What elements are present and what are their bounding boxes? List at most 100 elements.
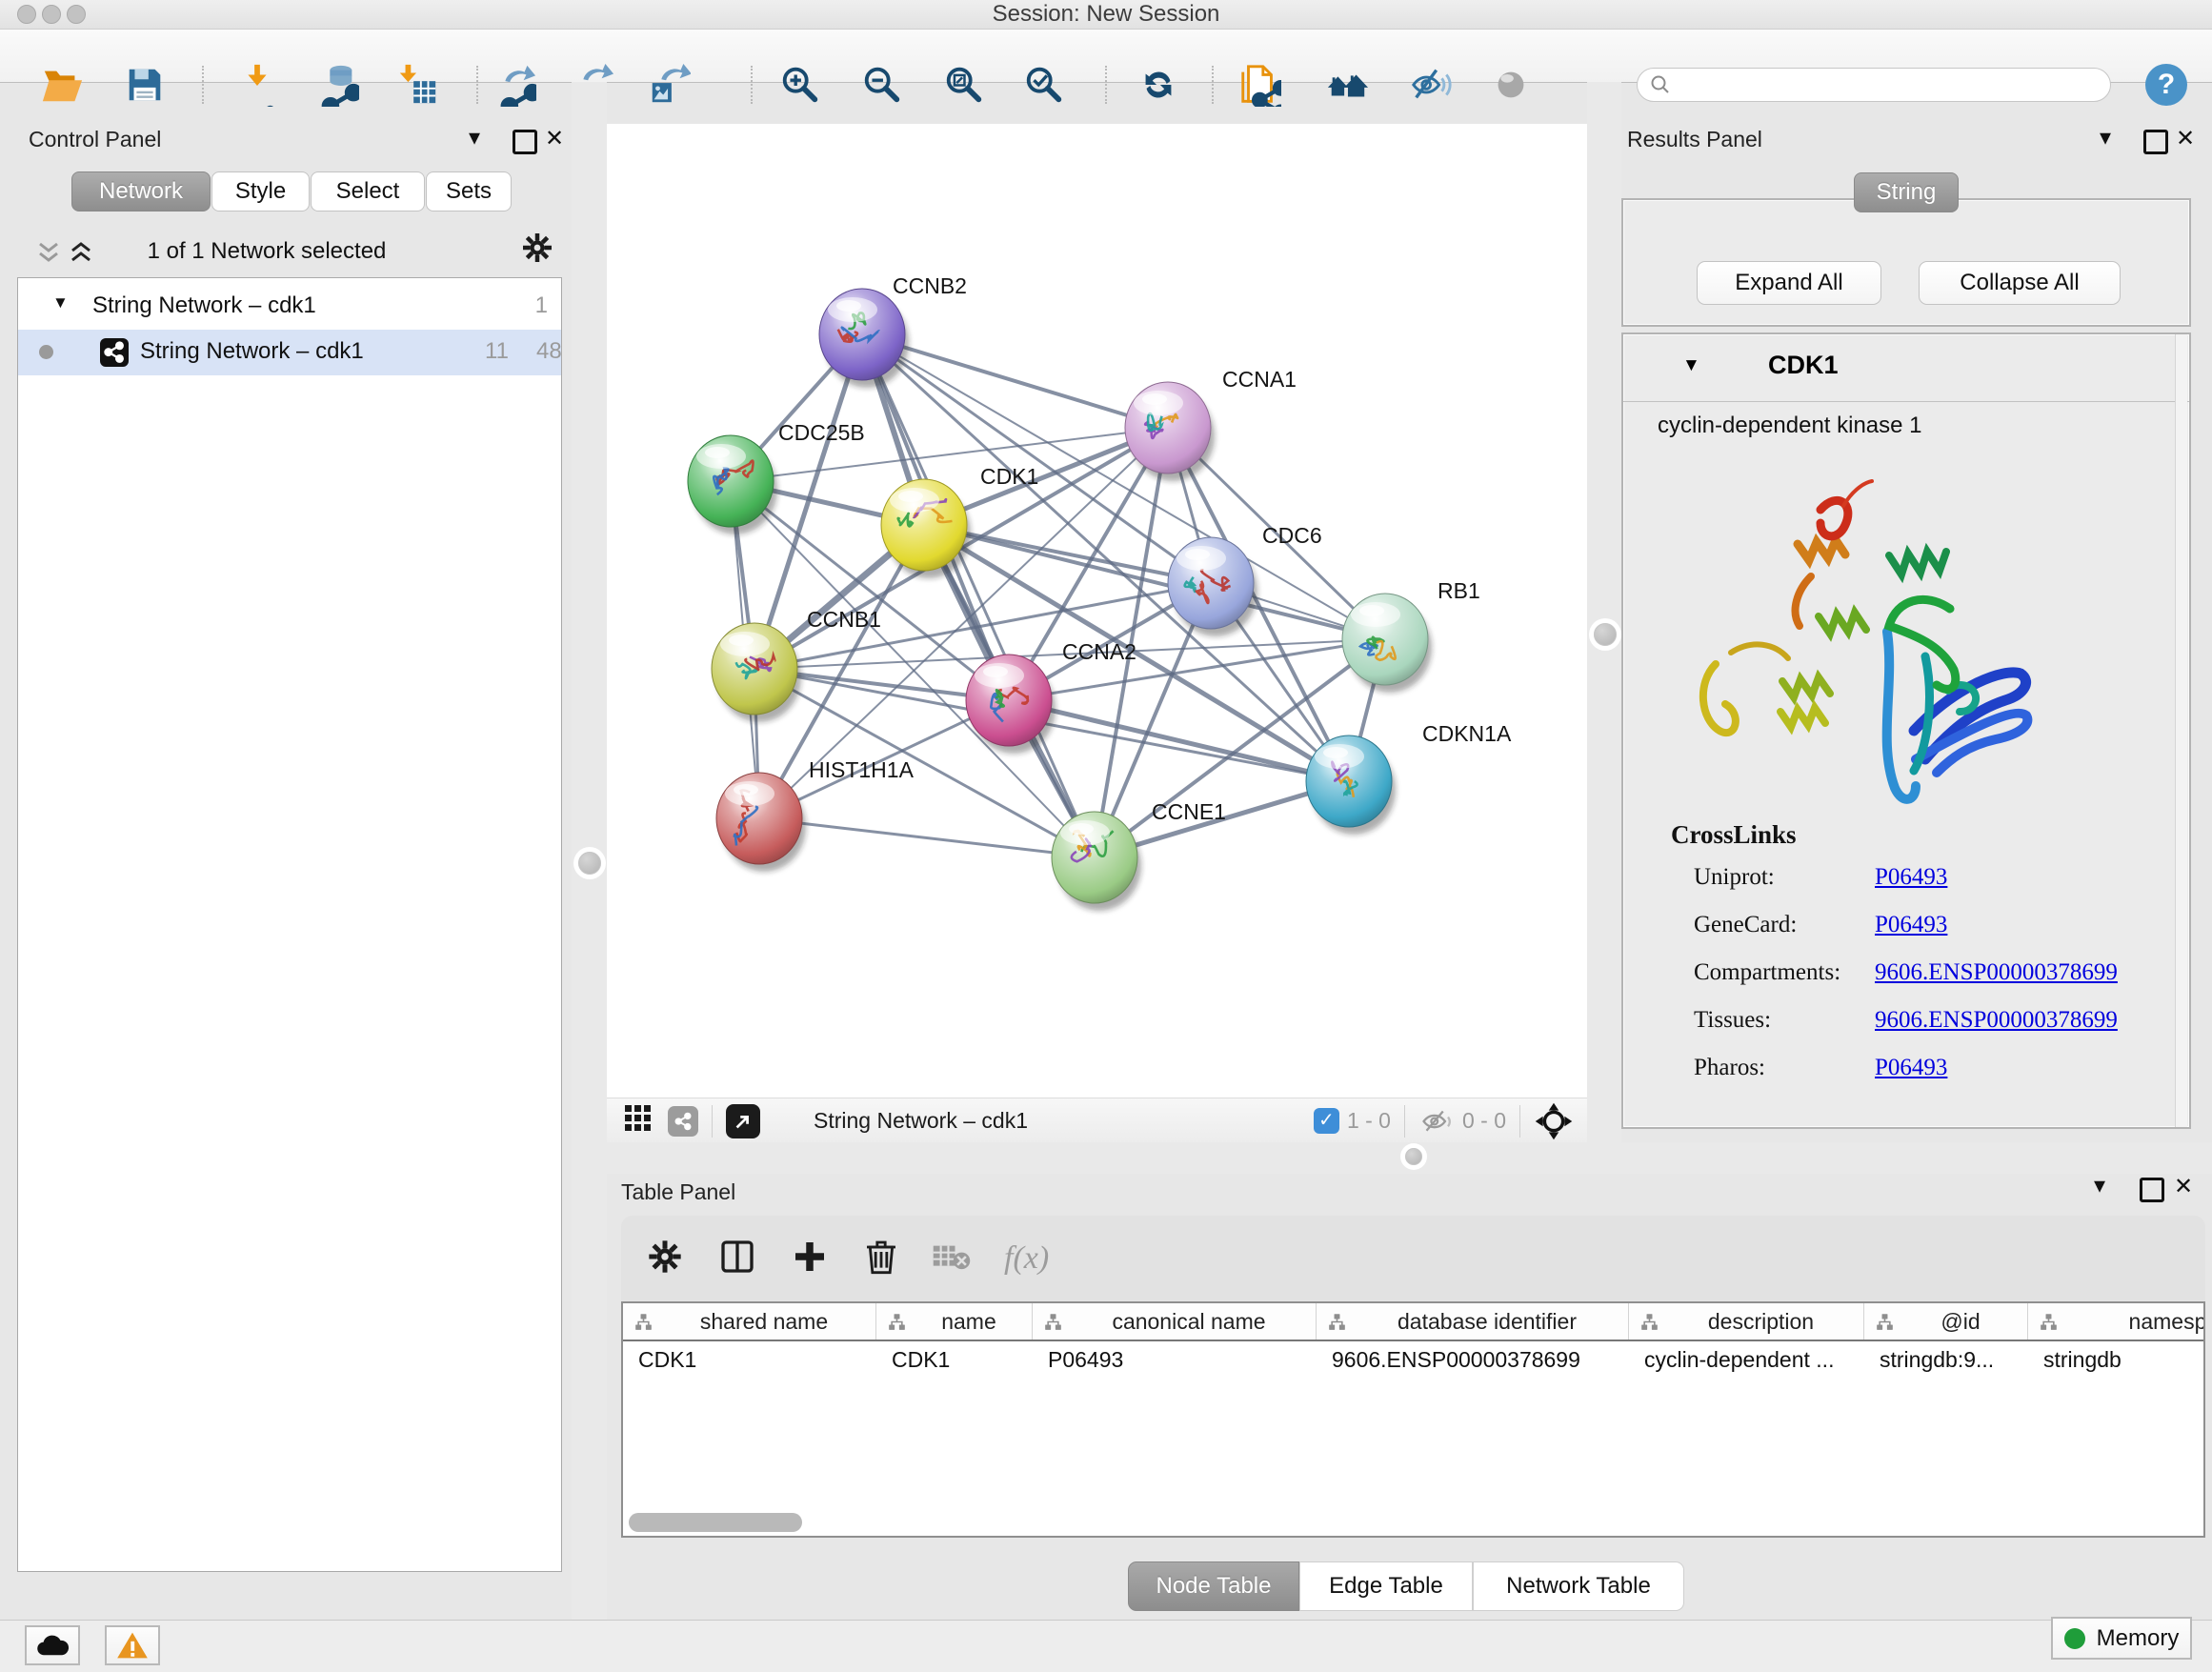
horizontal-splitter-handle[interactable] [1405, 1148, 1422, 1165]
table-cell[interactable]: cyclin-dependent ... [1629, 1347, 1864, 1373]
selected-nodes-checkbox[interactable]: ✓ [1314, 1108, 1339, 1134]
import-network-file-button[interactable] [234, 62, 280, 108]
table-panel-float-button[interactable] [2140, 1178, 2164, 1202]
left-splitter[interactable] [572, 82, 607, 1620]
column-header-canonical-name[interactable]: canonical name [1033, 1303, 1317, 1340]
column-header-name[interactable]: name [876, 1303, 1033, 1340]
show-graphics-button[interactable] [1488, 62, 1534, 108]
table-panel-collapse-button[interactable]: ▾ [2094, 1172, 2105, 1199]
network-row-selected[interactable]: String Network – cdk1 11 48 [18, 330, 561, 375]
refresh-button[interactable] [1136, 62, 1181, 108]
graph-node-CCNE1[interactable] [1052, 812, 1141, 911]
table-row[interactable]: CDK1CDK1P064939606.ENSP00000378699cyclin… [623, 1341, 2203, 1378]
string-network-graph[interactable]: CCNB2CCNA1CDC25BCDK1CDC6RB1CCNB1CCNA2CDK… [607, 124, 1587, 1098]
table-options-button[interactable] [646, 1238, 684, 1280]
horizontal-splitter[interactable] [607, 1142, 2212, 1174]
results-scrollbar[interactable] [2175, 334, 2187, 1127]
cloud-status-button[interactable] [25, 1625, 80, 1665]
memory-button[interactable]: Memory [2051, 1617, 2192, 1660]
crosslink-value-link[interactable]: P06493 [1875, 1055, 1947, 1081]
window-title: Session: New Session [0, 0, 2212, 29]
crosslink-value-link[interactable]: P06493 [1875, 864, 1947, 891]
table-cell[interactable]: CDK1 [876, 1347, 1033, 1373]
table-cell[interactable]: stringdb:9... [1864, 1347, 2028, 1373]
home-view-button[interactable] [1324, 62, 1370, 108]
table-cell[interactable]: P06493 [1033, 1347, 1317, 1373]
results-panel-collapse-button[interactable]: ▾ [2100, 124, 2111, 151]
save-session-button[interactable] [122, 62, 168, 108]
right-splitter-handle[interactable] [1594, 623, 1617, 646]
graph-node-CDK1[interactable] [881, 479, 971, 578]
table-horizontal-scrollbar[interactable] [629, 1513, 802, 1532]
collapse-all-networks-button[interactable] [36, 240, 61, 272]
control-panel-float-button[interactable] [513, 130, 537, 154]
tab-sets[interactable]: Sets [426, 171, 512, 212]
tab-network-table[interactable]: Network Table [1473, 1561, 1684, 1611]
graph-edge[interactable] [759, 818, 1095, 857]
help-button[interactable]: ? [2145, 64, 2187, 106]
tab-node-table[interactable]: Node Table [1128, 1561, 1299, 1611]
table-cell[interactable]: 9606.ENSP00000378699 [1317, 1347, 1629, 1373]
crosslink-value-link[interactable]: 9606.ENSP00000378699 [1875, 959, 2118, 986]
show-columns-button[interactable] [718, 1238, 756, 1280]
graph-edge[interactable] [1009, 700, 1349, 781]
tab-style[interactable]: Style [211, 171, 310, 212]
fit-content-crosshair-icon[interactable] [1534, 1101, 1574, 1141]
left-splitter-handle[interactable] [578, 852, 601, 875]
export-image-button[interactable] [646, 62, 692, 108]
gene-section-header[interactable]: ▼ CDK1 [1623, 334, 2189, 402]
crosslink-value-link[interactable]: 9606.ENSP00000378699 [1875, 1007, 2118, 1034]
grid-view-button[interactable] [624, 1104, 653, 1138]
crosslink-value-link[interactable]: P06493 [1875, 912, 1947, 938]
column-header--id[interactable]: @id [1864, 1303, 2028, 1340]
tree-expand-icon[interactable]: ▼ [52, 293, 69, 312]
network-collection-row[interactable]: ▼ String Network – cdk1 1 [18, 284, 561, 330]
birds-eye-view-button[interactable] [726, 1104, 760, 1138]
table-panel-close-button[interactable]: ✕ [2174, 1173, 2193, 1200]
graph-node-CCNA1[interactable] [1125, 382, 1215, 481]
import-table-button[interactable] [394, 62, 440, 108]
column-header-database-identifier[interactable]: database identifier [1317, 1303, 1629, 1340]
tab-string-results[interactable]: String [1854, 172, 1959, 212]
tab-network[interactable]: Network [71, 171, 211, 212]
zoom-fit-button[interactable] [941, 62, 987, 108]
toolbar-separator [1519, 1105, 1520, 1138]
collapse-all-button[interactable]: Collapse All [1919, 261, 2121, 305]
zoom-in-button[interactable] [777, 62, 823, 108]
network-view-mode-button[interactable] [668, 1106, 698, 1137]
expand-all-networks-button[interactable] [69, 240, 93, 272]
network-panel-options-button[interactable] [520, 231, 554, 270]
column-header-namespace[interactable]: namespace [2028, 1303, 2205, 1340]
export-network-button[interactable] [492, 62, 537, 108]
table-cell[interactable]: stringdb [2028, 1347, 2205, 1373]
open-session-button[interactable] [39, 62, 85, 108]
tab-edge-table[interactable]: Edge Table [1299, 1561, 1473, 1611]
publication-ready-button[interactable] [1237, 62, 1282, 108]
warning-status-button[interactable] [105, 1625, 160, 1665]
graph-node-CCNB2[interactable] [819, 289, 909, 388]
search-input[interactable] [1679, 71, 2110, 98]
table-cell[interactable]: CDK1 [623, 1347, 876, 1373]
hide-graphics-button[interactable] [1408, 62, 1454, 108]
zoom-out-button[interactable] [859, 62, 905, 108]
tab-select[interactable]: Select [311, 171, 425, 212]
graph-node-CDC6[interactable] [1168, 537, 1257, 636]
column-header-shared-name[interactable]: shared name [623, 1303, 876, 1340]
graph-node-CDC25B[interactable] [688, 435, 777, 534]
results-panel-float-button[interactable] [2143, 130, 2168, 154]
graph-node-CDKN1A[interactable] [1306, 735, 1396, 835]
hidden-eye-slash-icon[interactable] [1418, 1107, 1455, 1136]
right-splitter[interactable] [1587, 82, 1621, 1142]
control-panel-collapse-button[interactable]: ▾ [469, 124, 480, 151]
import-network-database-button[interactable] [314, 62, 360, 108]
delete-column-button[interactable] [863, 1238, 899, 1280]
control-panel-close-button[interactable]: ✕ [545, 125, 564, 152]
column-header-description[interactable]: description [1629, 1303, 1864, 1340]
expand-all-button[interactable]: Expand All [1697, 261, 1881, 305]
section-collapse-icon[interactable]: ▼ [1682, 355, 1700, 376]
add-column-button[interactable] [791, 1238, 829, 1280]
zoom-selected-button[interactable] [1021, 62, 1067, 108]
network-canvas[interactable]: CCNB2CCNA1CDC25BCDK1CDC6RB1CCNB1CCNA2CDK… [607, 124, 1587, 1098]
graph-node-RB1[interactable] [1342, 594, 1432, 693]
results-panel-close-button[interactable]: ✕ [2176, 125, 2195, 152]
